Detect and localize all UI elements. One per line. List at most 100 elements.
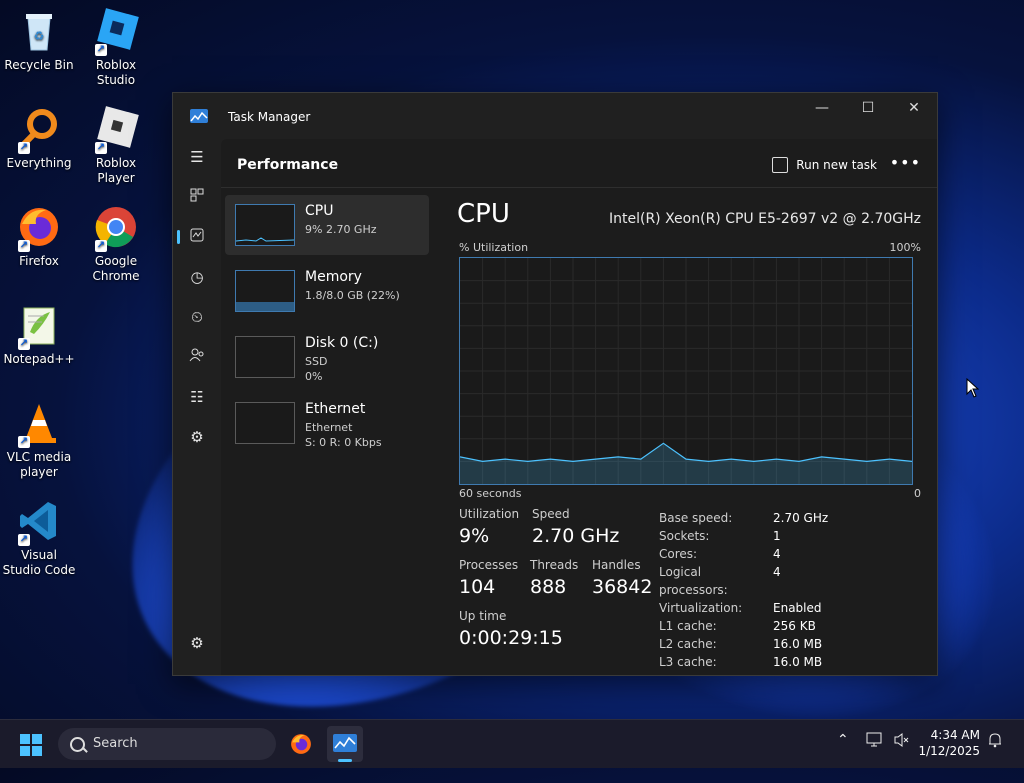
vlc-cone-icon: ↗ [16,400,62,448]
processes-nav-icon[interactable] [183,183,211,211]
spec-key: L1 cache: [659,619,717,633]
stat-label: Handles [592,558,641,572]
perf-item-name: CPU [305,203,334,219]
stat-label: Threads [530,558,579,572]
perf-item-cpu[interactable]: CPU 9% 2.70 GHz [225,195,429,255]
desktop-icon-roblox-studio[interactable]: ↗ Roblox Studio [78,8,154,88]
stat-label: Processes [459,558,519,572]
desktop-icon-label: Google Chrome [92,254,140,283]
run-new-task-button[interactable]: Run new task [772,157,877,173]
stat-value: 888 [530,576,567,598]
page-title: Performance [237,157,339,173]
desktop-icon-label: Everything [6,156,72,170]
cpu-graph-svg [459,258,913,484]
taskbar-task-manager[interactable] [327,726,363,762]
chrome-icon: ↗ [93,204,139,252]
close-button[interactable]: ✕ [891,93,937,125]
spec-row: Sockets: 1 [659,527,828,545]
shortcut-arrow-icon: ↗ [95,44,107,56]
notifications-bell-icon[interactable] [988,732,1002,752]
cpu-detail-panel: CPU Intel(R) Xeon(R) CPU E5-2697 v2 @ 2.… [457,195,921,675]
spec-value: 1 [773,529,781,543]
svg-text:♻: ♻ [34,29,45,43]
stat-value: 0:00:29:15 [459,627,563,649]
desktop-icon-label: Notepad++ [3,352,75,366]
spec-value: 16.0 MB [773,637,823,651]
shortcut-arrow-icon: ↗ [18,436,30,448]
notepad-plus-plus-icon: ↗ [16,302,62,350]
desktop-icon-everything[interactable]: ↗ Everything [1,106,77,171]
desktop-icon-label: Recycle Bin [4,58,74,72]
ethernet-throughput: S: 0 R: 0 Kbps [305,436,382,449]
spec-key: Base speed: [659,511,733,525]
app-history-nav-icon[interactable]: ◷ [183,263,211,291]
desktop-icon-vscode[interactable]: ↗ Visual Studio Code [1,498,77,578]
desktop-icon-google-chrome[interactable]: ↗ Google Chrome [78,204,154,284]
cpu-thumbnail-graph [235,204,295,246]
stat-value: 104 [459,576,496,598]
start-button-windows-icon[interactable] [20,734,42,756]
perf-item-sub: SSD 0% [305,354,327,384]
perf-item-name: Ethernet [305,401,366,417]
volume-muted-icon[interactable] [893,732,911,752]
shortcut-arrow-icon: ↗ [95,240,107,252]
spec-key: Cores: [659,547,698,561]
show-hidden-icons-chevron-up-icon[interactable]: ⌃ [837,732,849,748]
spec-value: 2.70 GHz [773,511,829,525]
spec-key: Sockets: [659,529,710,543]
settings-gear-icon[interactable]: ⚙ [183,629,211,657]
taskbar-search-box[interactable]: Search [58,728,276,760]
run-new-task-label: Run new task [796,158,877,172]
more-options-icon[interactable]: ••• [890,153,921,172]
desktop-icon-notepad-plus-plus[interactable]: ↗ Notepad++ [1,302,77,367]
shortcut-arrow-icon: ↗ [18,142,30,154]
taskbar-firefox[interactable] [283,726,319,762]
cpu-utilization-graph [459,257,913,485]
utilization-axis-max: 100% [889,241,921,254]
desktop-icon-firefox[interactable]: ↗ Firefox [1,204,77,269]
spec-value: Enabled [773,601,822,615]
stat-value: 36842 [592,576,653,598]
performance-nav-icon[interactable] [177,223,211,251]
performance-resource-list: CPU 9% 2.70 GHz Memory 1.8/8.0 GB (22%) … [225,195,429,459]
disk-usage: 0% [305,370,323,383]
stat-handles: Handles 36842 [592,558,652,598]
desktop-icon-label: Visual Studio Code [2,548,76,577]
details-nav-icon[interactable]: ☷ [183,383,211,411]
disk-thumbnail-graph [235,336,295,378]
maximize-button[interactable]: ☐ [845,93,891,125]
perf-item-memory[interactable]: Memory 1.8/8.0 GB (22%) [225,261,429,321]
perf-item-ethernet[interactable]: Ethernet Ethernet S: 0 R: 0 Kbps [225,393,429,453]
header-divider [221,187,937,188]
desktop-icon-label: Firefox [19,254,59,268]
startup-apps-nav-icon[interactable]: ⏲ [183,303,211,331]
desktop-icon-label: VLC media player [6,450,72,479]
services-nav-icon[interactable]: ⚙ [183,423,211,451]
system-clock[interactable]: 4:34 AM 1/12/2025 [918,727,980,759]
perf-item-disk[interactable]: Disk 0 (C:) SSD 0% [225,327,429,387]
spec-row: Logical processors: 4 [659,563,828,599]
desktop-icon-recycle-bin[interactable]: ♻ Recycle Bin [1,8,77,73]
spec-row: Base speed: 2.70 GHz [659,509,828,527]
minimize-button[interactable]: — [799,93,845,125]
roblox-player-icon: ↗ [93,106,139,154]
hamburger-menu-icon[interactable]: ☰ [183,143,211,171]
perf-item-name: Memory [305,269,362,285]
clock-time: 4:34 AM [930,728,980,742]
title-bar[interactable]: Task Manager — ☐ ✕ [173,93,937,139]
firefox-icon: ↗ [16,204,62,252]
stat-value: 2.70 GHz [532,525,620,547]
stat-threads: Threads 888 [530,558,578,598]
disk-type: SSD [305,355,328,368]
perf-item-name: Disk 0 (C:) [305,335,379,351]
users-nav-icon[interactable] [183,343,211,371]
spec-value: 4 [773,565,781,579]
navigation-rail: ☰ ◷ ⏲ ☷ ⚙ ⚙ [173,139,221,675]
stat-label: Speed [532,507,570,521]
desktop-icon-roblox-player[interactable]: ↗ Roblox Player [78,106,154,186]
desktop-icon-vlc[interactable]: ↗ VLC media player [1,400,77,480]
network-icon[interactable] [866,732,884,752]
stat-speed: Speed 2.70 GHz [532,507,619,547]
stat-value: 9% [459,525,490,547]
cpu-specs-table: Base speed: 2.70 GHz Sockets: 1 Cores: 4 Lo… [659,509,828,671]
